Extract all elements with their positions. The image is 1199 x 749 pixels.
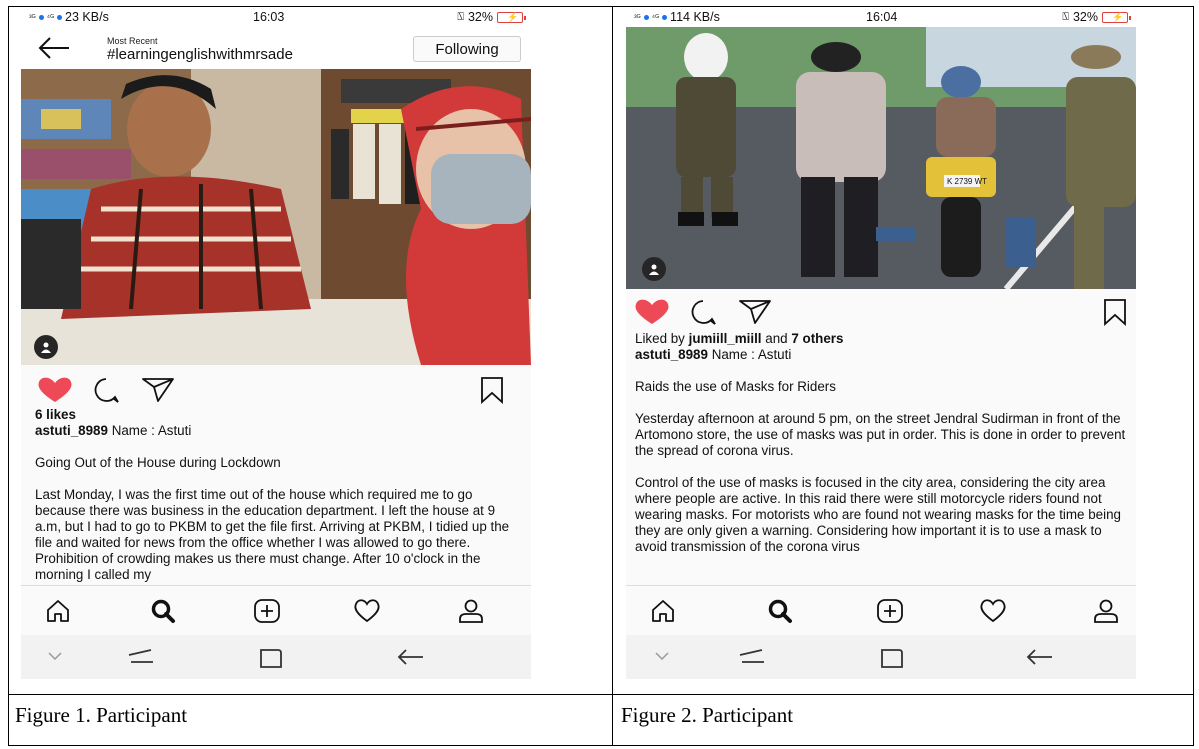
home-icon[interactable] [45,598,71,624]
activity-icon[interactable] [353,598,381,624]
bookmark-icon[interactable] [479,376,505,404]
post-paragraph-1: Yesterday afternoon at around 5 pm, on t… [635,411,1126,458]
caption-name: Name : Astuti [111,423,192,438]
chevron-down-icon[interactable] [47,651,63,661]
home-button-icon[interactable] [878,647,906,669]
heart-icon[interactable] [37,376,73,404]
system-nav [626,635,1136,679]
back-button-icon[interactable] [1024,647,1054,667]
post-username[interactable]: astuti_8989 [635,347,708,362]
comment-icon[interactable] [91,376,121,404]
post-body: Last Monday, I was the first time out of… [35,487,510,582]
back-button-icon[interactable] [395,647,425,667]
home-icon[interactable] [650,598,676,624]
figure1-caption: Figure 1. Participant [15,703,188,727]
activity-icon[interactable] [979,598,1007,624]
share-icon[interactable] [141,377,175,403]
network-speed: 114 KB/s [670,10,720,24]
liked-by[interactable]: Liked by jumiill_miill and 7 others [635,331,1130,347]
figure-table: ³ᴳ ⁴ᴳ 23 KB/s 16:03 ⍂ 32% ⚡ Most Recent #lea… [8,6,1194,746]
recent-apps-icon[interactable] [736,647,768,667]
status-bar: ³ᴳ ⁴ᴳ 23 KB/s 16:03 ⍂ 32% ⚡ [21,7,531,27]
signal-indicator: ³ᴳ ⁴ᴳ 114 KB/s [634,10,720,24]
battery-indicator: ⍂ 32% ⚡ [457,10,526,24]
post-header: Most Recent #learningenglishwithmrsade F… [21,27,531,69]
back-arrow-icon[interactable] [37,35,71,61]
share-icon[interactable] [738,299,772,325]
profile-icon[interactable] [1092,598,1120,624]
post-photo[interactable] [21,69,531,365]
search-icon[interactable] [150,598,176,624]
figure2-caption: Figure 2. Participant [621,703,794,727]
battery-indicator: ⍂ 32% ⚡ [1062,10,1131,24]
hashtag-title: #learningenglishwithmrsade [107,46,293,63]
post-caption: Liked by jumiill_miill and 7 others astu… [635,331,1130,595]
post-title: Raids the use of Masks for Riders [635,379,836,394]
post-photo[interactable]: K 2739 WT [626,27,1136,289]
action-bar [626,293,1136,329]
table-divider-horizontal [9,694,1193,695]
add-post-icon[interactable] [253,598,281,624]
user-tag-icon[interactable] [34,335,58,359]
signal-indicator: ³ᴳ ⁴ᴳ 23 KB/s [29,10,109,24]
clock: 16:04 [866,10,898,24]
bookmark-icon[interactable] [1102,298,1128,326]
license-plate: K 2739 WT [947,177,987,186]
likes-count[interactable]: 6 likes [35,407,519,423]
figure1-screenshot: ³ᴳ ⁴ᴳ 23 KB/s 16:03 ⍂ 32% ⚡ Most Recent #lea… [21,7,531,690]
caption-name: Name : Astuti [711,347,792,362]
bottom-nav [626,585,1136,635]
user-tag-icon[interactable] [642,257,666,281]
figure2-screenshot: ³ᴳ ⁴ᴳ 114 KB/s 16:04 ⍂ 32% ⚡ K 2739 WT L… [626,7,1136,690]
network-speed: 23 KB/s [65,10,109,24]
search-icon[interactable] [767,598,793,624]
header-subtitle: Most Recent [107,36,158,46]
table-divider-vertical [612,7,613,745]
comment-icon[interactable] [688,298,718,326]
system-nav [21,635,531,679]
post-paragraph-2: Control of the use of masks is focused i… [635,475,1121,554]
status-bar: ³ᴳ ⁴ᴳ 114 KB/s 16:04 ⍂ 32% ⚡ [626,7,1136,27]
bottom-nav [21,585,531,635]
post-caption: 6 likes astuti_8989 Name : Astuti Going … [35,407,519,599]
post-username[interactable]: astuti_8989 [35,423,108,438]
post-title: Going Out of the House during Lockdown [35,455,281,470]
following-button[interactable]: Following [413,36,521,62]
action-bar [21,371,531,407]
profile-icon[interactable] [457,598,485,624]
clock: 16:03 [253,10,285,24]
heart-icon[interactable] [634,298,670,326]
home-button-icon[interactable] [257,647,285,669]
recent-apps-icon[interactable] [125,647,157,667]
add-post-icon[interactable] [876,598,904,624]
chevron-down-icon[interactable] [654,651,670,661]
